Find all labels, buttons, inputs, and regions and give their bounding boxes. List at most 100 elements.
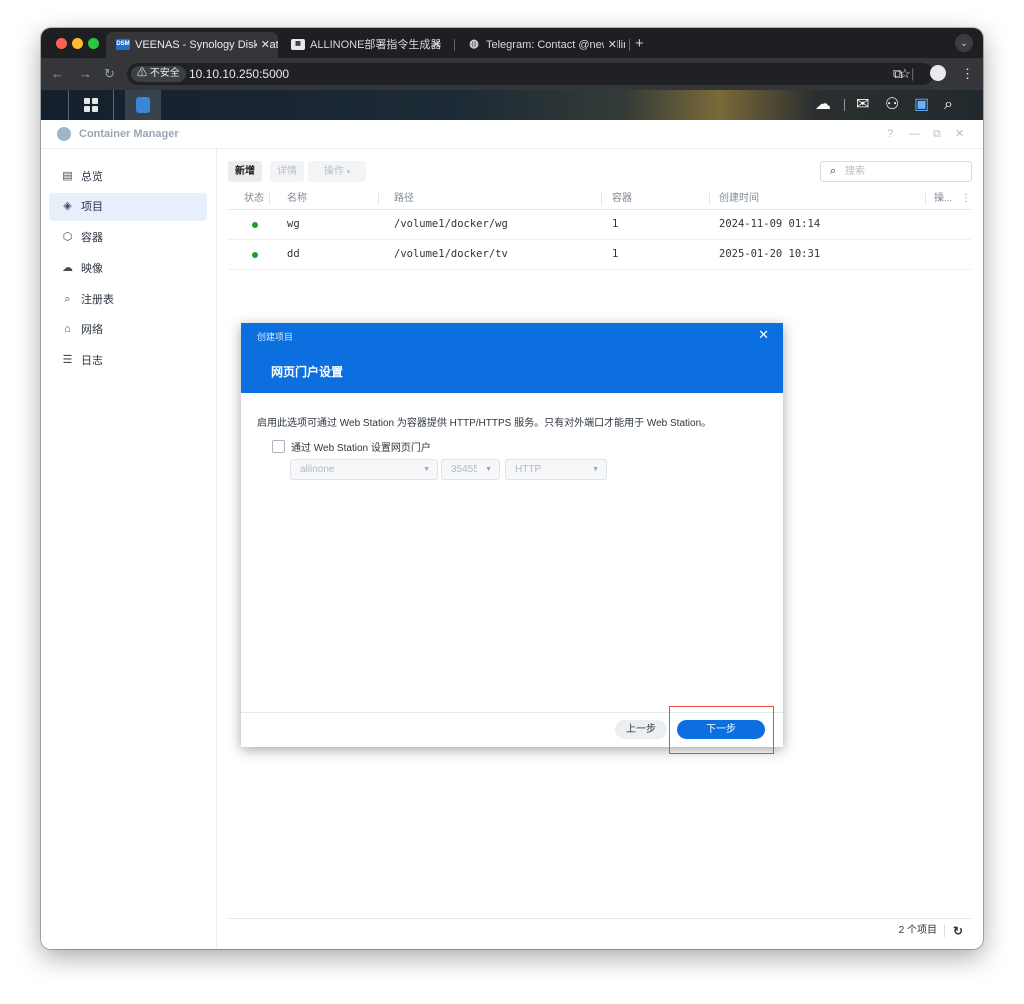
log-icon: ☰ — [62, 354, 73, 366]
taskbar-divider — [844, 99, 845, 111]
container-count: 1 — [612, 218, 619, 230]
sidebar-item-label: 映像 — [81, 263, 103, 275]
chevron-down-icon: ▼ — [485, 466, 492, 473]
sidebar-item-registry[interactable]: ⌕ 注册表 — [49, 286, 207, 314]
sidebar-item-container[interactable]: ⬡ 容器 — [49, 224, 207, 252]
container-count: 1 — [612, 248, 619, 260]
chevron-down-icon: ▼ — [592, 466, 599, 473]
extensions-icon[interactable]: ⧉ — [893, 65, 902, 83]
sidebar-item-project[interactable]: ◈ 项目 — [49, 193, 207, 221]
refresh-icon[interactable]: ↻ — [953, 919, 963, 943]
close-tab-icon[interactable]: ✕ — [432, 32, 441, 58]
sidebar-item-overview[interactable]: ▤ 总览 — [49, 163, 207, 191]
footer-divider — [944, 925, 945, 937]
service-select-value: allinone — [300, 464, 335, 475]
notifications-icon[interactable]: ✉ — [856, 96, 869, 114]
app-window-header: Container Manager ? — ⧉ ✕ — [41, 120, 983, 149]
network-icon: ⌂ — [64, 323, 71, 335]
new-project-button[interactable]: 新增 — [228, 161, 262, 182]
table-row[interactable]: wg /volume1/docker/wg 1 2024-11-09 01:14 — [228, 210, 971, 240]
chevron-down-icon: ▼ — [423, 466, 430, 473]
widgets-icon[interactable]: ▣ — [914, 96, 929, 114]
column-header-containers[interactable]: 容器 — [612, 189, 632, 209]
column-header-created[interactable]: 创建时间 — [719, 189, 759, 209]
url-text[interactable]: 10.10.10.250:5000 — [189, 63, 289, 85]
toolbar-divider: | — [911, 66, 915, 81]
search-input[interactable] — [845, 162, 965, 181]
sidebar-item-label: 总览 — [81, 171, 103, 183]
page-favicon-icon: ▦ — [291, 38, 305, 50]
tab-telegram[interactable]: ◍ Telegram: Contact @newallin ✕ — [457, 32, 625, 58]
restore-button[interactable]: ⧉ — [933, 120, 941, 148]
tab-dsm[interactable]: DSM VEENAS - Synology DiskStati ✕ — [106, 32, 278, 58]
column-header-actions[interactable]: 操... — [934, 189, 952, 209]
column-header-path[interactable]: 路径 — [394, 189, 414, 209]
chevron-down-icon: ▾ — [346, 169, 351, 176]
security-label: 不安全 — [149, 68, 180, 79]
sidebar-item-network[interactable]: ⌂ 网络 — [49, 316, 207, 344]
container-manager-logo-icon — [57, 127, 71, 141]
tab-allinone[interactable]: ▦ ALLINONE部署指令生成器 ✕ — [281, 32, 449, 58]
reload-icon[interactable]: ↻ — [104, 65, 115, 83]
dialog-close-icon[interactable]: ✕ — [758, 327, 769, 343]
user-icon[interactable]: ⚇ — [885, 96, 899, 114]
zoom-window-button[interactable] — [88, 38, 99, 49]
help-button[interactable]: ? — [887, 120, 893, 148]
search-box[interactable]: ⌕ — [820, 161, 972, 182]
tab-search-chevron-icon[interactable]: ⌄ — [955, 34, 973, 52]
service-select[interactable]: allinone ▼ — [290, 459, 438, 480]
profile-avatar[interactable] — [930, 65, 946, 81]
dsm-taskbar: ☁ ✉ ⚇ ▣ ⌕ — [41, 90, 983, 120]
close-tab-icon[interactable]: ✕ — [256, 32, 270, 58]
port-select[interactable]: 35455 ▼ — [441, 459, 500, 480]
sidebar-item-label: 日志 — [81, 355, 103, 367]
item-count: 2 个项目 — [898, 925, 937, 936]
warning-icon: ⚠ — [137, 68, 150, 79]
protocol-select[interactable]: HTTP ▼ — [505, 459, 607, 480]
browser-window: DSM VEENAS - Synology DiskStati ✕ ▦ ALLINO… — [41, 28, 983, 949]
sidebar-item-label: 网络 — [81, 324, 103, 336]
table-row[interactable]: dd /volume1/docker/tv 1 2025-01-20 10:31 — [228, 240, 971, 270]
status-running-icon — [252, 252, 258, 258]
sidebar-item-log[interactable]: ☰ 日志 — [49, 347, 207, 375]
browser-toolbar: ← → ↻ ⚠ 不安全 10.10.10.250:5000 ☆ ⧉ | ⋮ — [41, 58, 983, 90]
close-tab-icon[interactable]: ✕ — [603, 32, 617, 58]
menu-kebab-icon[interactable]: ⋮ — [961, 65, 974, 83]
web-portal-checkbox[interactable] — [272, 440, 285, 453]
previous-step-button[interactable]: 上一步 — [615, 720, 667, 739]
address-bar[interactable]: ⚠ 不安全 10.10.10.250:5000 ☆ — [127, 63, 934, 85]
security-chip[interactable]: ⚠ 不安全 — [131, 66, 186, 82]
column-divider — [378, 193, 379, 205]
dialog-header: 创建项目 ✕ 网页门户设置 — [241, 323, 783, 393]
sidebar-item-label: 注册表 — [81, 294, 114, 306]
close-window-button[interactable] — [56, 38, 67, 49]
column-header-name[interactable]: 名称 — [287, 189, 307, 209]
search-icon[interactable]: ⌕ — [944, 96, 953, 114]
project-icon: ◈ — [63, 200, 72, 212]
column-header-status[interactable]: 状态 — [244, 189, 264, 209]
back-arrow-icon[interactable]: ← — [51, 65, 64, 83]
project-path: /volume1/docker/tv — [394, 248, 508, 260]
project-name: wg — [287, 218, 300, 230]
column-options-icon[interactable]: ⋮ — [961, 189, 971, 209]
column-divider — [925, 193, 926, 205]
main-menu-grid-icon[interactable] — [84, 98, 98, 112]
forward-arrow-icon[interactable]: → — [79, 65, 92, 83]
browser-tab-bar: DSM VEENAS - Synology DiskStati ✕ ▦ ALLINO… — [41, 28, 983, 58]
details-button[interactable]: 详情 — [270, 161, 304, 182]
table-header: 状态 名称 路径 容器 创建时间 操... ⋮ — [228, 189, 971, 210]
web-portal-checkbox-label[interactable]: 通过 Web Station 设置网页门户 — [291, 439, 431, 454]
status-running-icon — [252, 222, 258, 228]
column-divider — [269, 193, 270, 205]
app-title: Container Manager — [79, 128, 179, 140]
sidebar-item-image[interactable]: ☁ 映像 — [49, 255, 207, 283]
minimize-button[interactable]: — — [909, 120, 920, 148]
project-path: /volume1/docker/wg — [394, 218, 508, 230]
dialog-breadcrumb: 创建项目 — [257, 332, 294, 342]
cloud-sync-icon[interactable]: ☁ — [815, 96, 831, 114]
action-dropdown-button[interactable]: 操作 ▾ — [308, 161, 366, 182]
minimize-window-button[interactable] — [72, 38, 83, 49]
container-manager-icon — [136, 97, 150, 113]
new-tab-button[interactable]: + — [635, 32, 644, 56]
close-app-button[interactable]: ✕ — [955, 120, 964, 148]
